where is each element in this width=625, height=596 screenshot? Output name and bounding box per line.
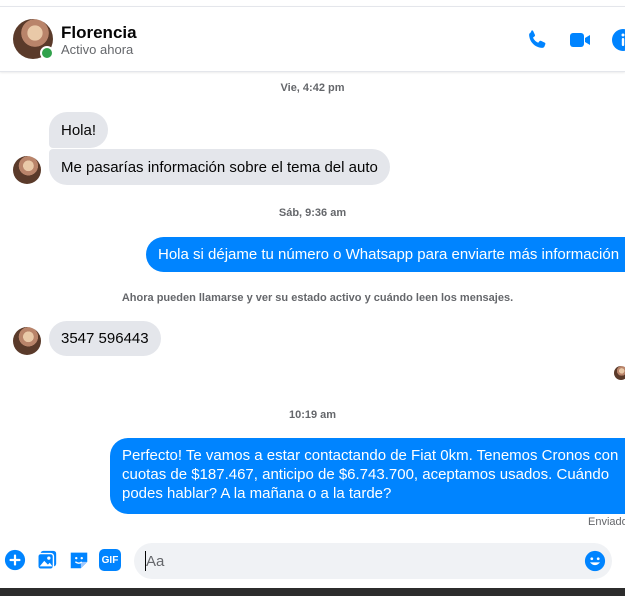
- gif-icon[interactable]: GIF: [99, 549, 121, 571]
- emoji-icon[interactable]: [584, 550, 606, 572]
- text-caret: [145, 551, 146, 571]
- timestamp: Sáb, 9:36 am: [278, 207, 347, 219]
- contact-avatar-small[interactable]: [13, 156, 41, 184]
- window-bottom-strip: [0, 588, 625, 596]
- video-camera-icon[interactable]: [568, 28, 592, 52]
- incoming-message[interactable]: 3547 596443: [49, 321, 161, 356]
- incoming-message[interactable]: Me pasarías información sobre el tema de…: [49, 149, 390, 185]
- outgoing-message[interactable]: Perfecto! Te vamos a estar contactando d…: [110, 438, 625, 514]
- photo-icon[interactable]: [36, 549, 58, 571]
- contact-avatar-small[interactable]: [13, 327, 41, 355]
- sticker-icon[interactable]: [68, 549, 90, 571]
- seen-indicator-avatar: [614, 366, 625, 380]
- incoming-message[interactable]: Hola!: [49, 112, 109, 148]
- outgoing-message[interactable]: Hola si déjame tu número o Whatsapp para…: [146, 237, 625, 272]
- composer-bar: GIF Aa: [0, 536, 625, 586]
- phone-icon[interactable]: [525, 28, 549, 52]
- chat-header: Florencia Activo ahora: [0, 6, 625, 72]
- contact-name[interactable]: Florencia: [61, 23, 137, 43]
- contact-status: Activo ahora: [61, 42, 134, 57]
- online-status-dot: [40, 46, 54, 60]
- plus-icon[interactable]: [4, 549, 26, 571]
- timestamp: 10:19 am: [288, 409, 337, 421]
- system-notice: Ahora pueden llamarse y ver su estado ac…: [121, 292, 514, 304]
- message-input[interactable]: Aa: [134, 543, 612, 579]
- info-icon[interactable]: [611, 28, 625, 52]
- sent-status: Enviado: [588, 516, 625, 528]
- timestamp: Vie, 4:42 pm: [280, 82, 345, 94]
